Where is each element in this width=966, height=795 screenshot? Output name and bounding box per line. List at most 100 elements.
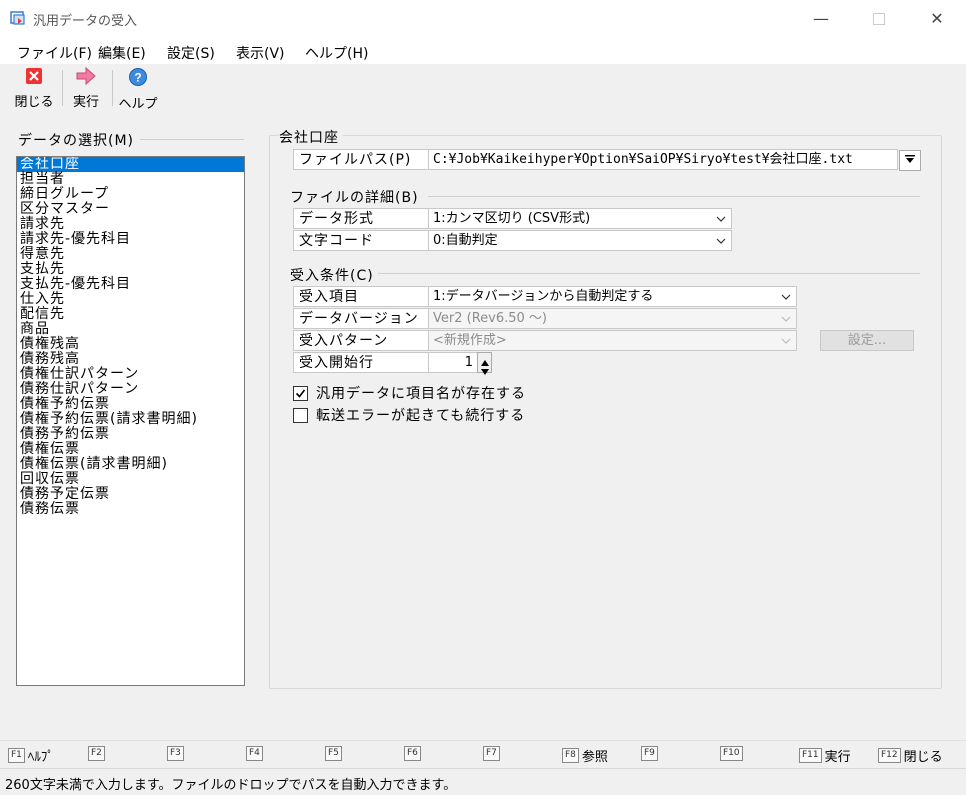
chevron-down-icon <box>781 289 791 304</box>
execute-tool-label: 実行 <box>72 95 99 110</box>
data-select-list[interactable]: 会社口座 担当者 締日グループ 区分マスター 請求先 請求先-優先科目 得意先 支払先 支払先-… <box>16 156 245 686</box>
char-code-select[interactable]: 0:自動判定 <box>428 230 732 251</box>
start-row-label: 受入開始行 <box>293 352 429 373</box>
svg-text:?: ? <box>134 71 141 85</box>
fkey-f2[interactable]: F2 <box>88 746 108 761</box>
function-key-bar: F1 ﾍﾙﾌﾟ F2 F3 F4 F5 F6 F7 F8 参照 F9 F10 F11 実行 F12 閉じる <box>0 740 966 767</box>
data-version-label: データバージョン <box>293 308 429 329</box>
execute-tool-button[interactable]: 実行 <box>68 66 104 110</box>
fkey-label: 実行 <box>824 750 851 765</box>
file-path-dropdown-button[interactable] <box>899 150 921 171</box>
list-item[interactable]: 債権伝票 <box>17 442 244 457</box>
menu-help[interactable]: ヘルプ(H) <box>305 43 368 63</box>
list-item[interactable]: 配信先 <box>17 307 244 322</box>
pattern-settings-button: 設定... <box>820 330 914 351</box>
list-item[interactable]: 債権予約伝票(請求書明細) <box>17 412 244 427</box>
fkey-f10[interactable]: F10 <box>720 746 746 761</box>
list-item[interactable]: 得意先 <box>17 247 244 262</box>
header-exists-checkbox-row[interactable]: 汎用データに項目名が存在する <box>293 383 526 403</box>
fkey-cap: F7 <box>483 746 500 761</box>
fkey-f4[interactable]: F4 <box>246 746 266 761</box>
list-item[interactable]: 区分マスター <box>17 202 244 217</box>
fkey-f11[interactable]: F11 実行 <box>799 746 851 765</box>
continue-on-error-checkbox[interactable] <box>293 407 308 423</box>
fkey-f5[interactable]: F5 <box>325 746 345 761</box>
data-format-select[interactable]: 1:カンマ区切り (CSV形式) <box>428 208 732 229</box>
fkey-label: 閉じる <box>903 750 943 765</box>
list-item[interactable]: 債権伝票(請求書明細) <box>17 457 244 472</box>
list-item[interactable]: 回収伝票 <box>17 472 244 487</box>
list-item[interactable]: 商品 <box>17 322 244 337</box>
list-item[interactable]: 債務残高 <box>17 352 244 367</box>
continue-on-error-checkbox-row[interactable]: 転送エラーが起きても続行する <box>293 405 525 425</box>
close-x-icon <box>24 67 44 89</box>
list-item[interactable]: 担当者 <box>17 172 244 187</box>
list-item[interactable]: 請求先-優先科目 <box>17 232 244 247</box>
list-item[interactable]: 請求先 <box>17 217 244 232</box>
toolbar-separator <box>62 70 63 106</box>
fkey-f12[interactable]: F12 閉じる <box>878 746 943 765</box>
fkey-cap: F1 <box>8 748 25 763</box>
fkey-cap: F11 <box>799 748 822 763</box>
list-item[interactable]: 債務仕訳パターン <box>17 382 244 397</box>
help-tool-button[interactable]: ? ヘルプ <box>118 67 158 112</box>
menu-file[interactable]: ファイル(F) <box>17 43 92 63</box>
import-item-select[interactable]: 1:データバージョンから自動判定する <box>428 286 797 307</box>
char-code-dropdown[interactable] <box>711 231 731 250</box>
minimize-button[interactable]: — <box>798 0 844 37</box>
fkey-f3[interactable]: F3 <box>167 746 187 761</box>
import-item-dropdown[interactable] <box>776 287 796 306</box>
close-tool-button[interactable]: 閉じる <box>14 67 54 110</box>
chevron-down-icon <box>781 333 791 348</box>
menu-edit[interactable]: 編集(E) <box>98 43 146 63</box>
file-path-label: ファイルパス(P) <box>293 149 429 170</box>
maximize-icon <box>873 12 885 25</box>
menu-view[interactable]: 表示(V) <box>236 43 285 63</box>
list-item[interactable]: 締日グループ <box>17 187 244 202</box>
start-row-spinner[interactable] <box>477 352 492 375</box>
maximize-button[interactable] <box>856 0 902 37</box>
chevron-down-icon <box>716 233 726 248</box>
fkey-f9[interactable]: F9 <box>641 746 661 761</box>
data-format-dropdown[interactable] <box>711 209 731 228</box>
fkey-f6[interactable]: F6 <box>404 746 424 761</box>
panel-title: 会社口座 <box>279 127 343 147</box>
char-code-label: 文字コード <box>293 230 429 251</box>
fkey-cap: F2 <box>88 746 105 761</box>
chevron-down-icon <box>781 311 791 326</box>
close-window-button[interactable]: ✕ <box>914 0 960 37</box>
group-divider <box>428 196 920 197</box>
list-item[interactable]: 債務予約伝票 <box>17 427 244 442</box>
list-item[interactable]: 債務伝票 <box>17 502 244 517</box>
status-bar: 260文字未満で入力します。ファイルのドロップでパスを自動入力できます。 <box>0 768 966 795</box>
spin-down-icon[interactable] <box>481 364 489 379</box>
fkey-f7[interactable]: F7 <box>483 746 503 761</box>
fkey-cap: F3 <box>167 746 184 761</box>
list-item[interactable]: 債権予約伝票 <box>17 397 244 412</box>
list-item[interactable]: 仕入先 <box>17 292 244 307</box>
data-version-select: Ver2 (Rev6.50 ～) <box>428 308 797 329</box>
list-item[interactable]: 債権仕訳パターン <box>17 367 244 382</box>
import-pattern-dropdown <box>776 331 796 350</box>
header-exists-checkbox[interactable] <box>293 385 308 401</box>
fkey-cap: F10 <box>720 746 743 761</box>
chevron-down-icon <box>716 211 726 226</box>
help-question-icon: ? <box>128 67 148 91</box>
file-path-input[interactable]: C:¥Job¥Kaikeihyper¥Option¥SaiOP¥Siryo¥te… <box>428 149 898 170</box>
menu-settings[interactable]: 設定(S) <box>167 43 215 63</box>
import-pattern-select: <新規作成> <box>428 330 797 351</box>
fkey-f8[interactable]: F8 参照 <box>562 746 608 765</box>
list-item[interactable]: 支払先 <box>17 262 244 277</box>
fkey-cap: F9 <box>641 746 658 761</box>
list-item[interactable]: 会社口座 <box>17 157 244 172</box>
list-item[interactable]: 支払先-優先科目 <box>17 277 244 292</box>
data-format-label: データ形式 <box>293 208 429 229</box>
arrow-right-icon <box>75 66 97 89</box>
list-item[interactable]: 債権残高 <box>17 337 244 352</box>
fkey-f1[interactable]: F1 ﾍﾙﾌﾟ <box>8 746 54 765</box>
close-tool-label: 閉じる <box>14 95 54 110</box>
start-row-input[interactable]: 1 <box>428 352 478 373</box>
fkey-cap: F5 <box>325 746 342 761</box>
close-icon: ✕ <box>930 9 944 28</box>
list-item[interactable]: 債務予定伝票 <box>17 487 244 502</box>
